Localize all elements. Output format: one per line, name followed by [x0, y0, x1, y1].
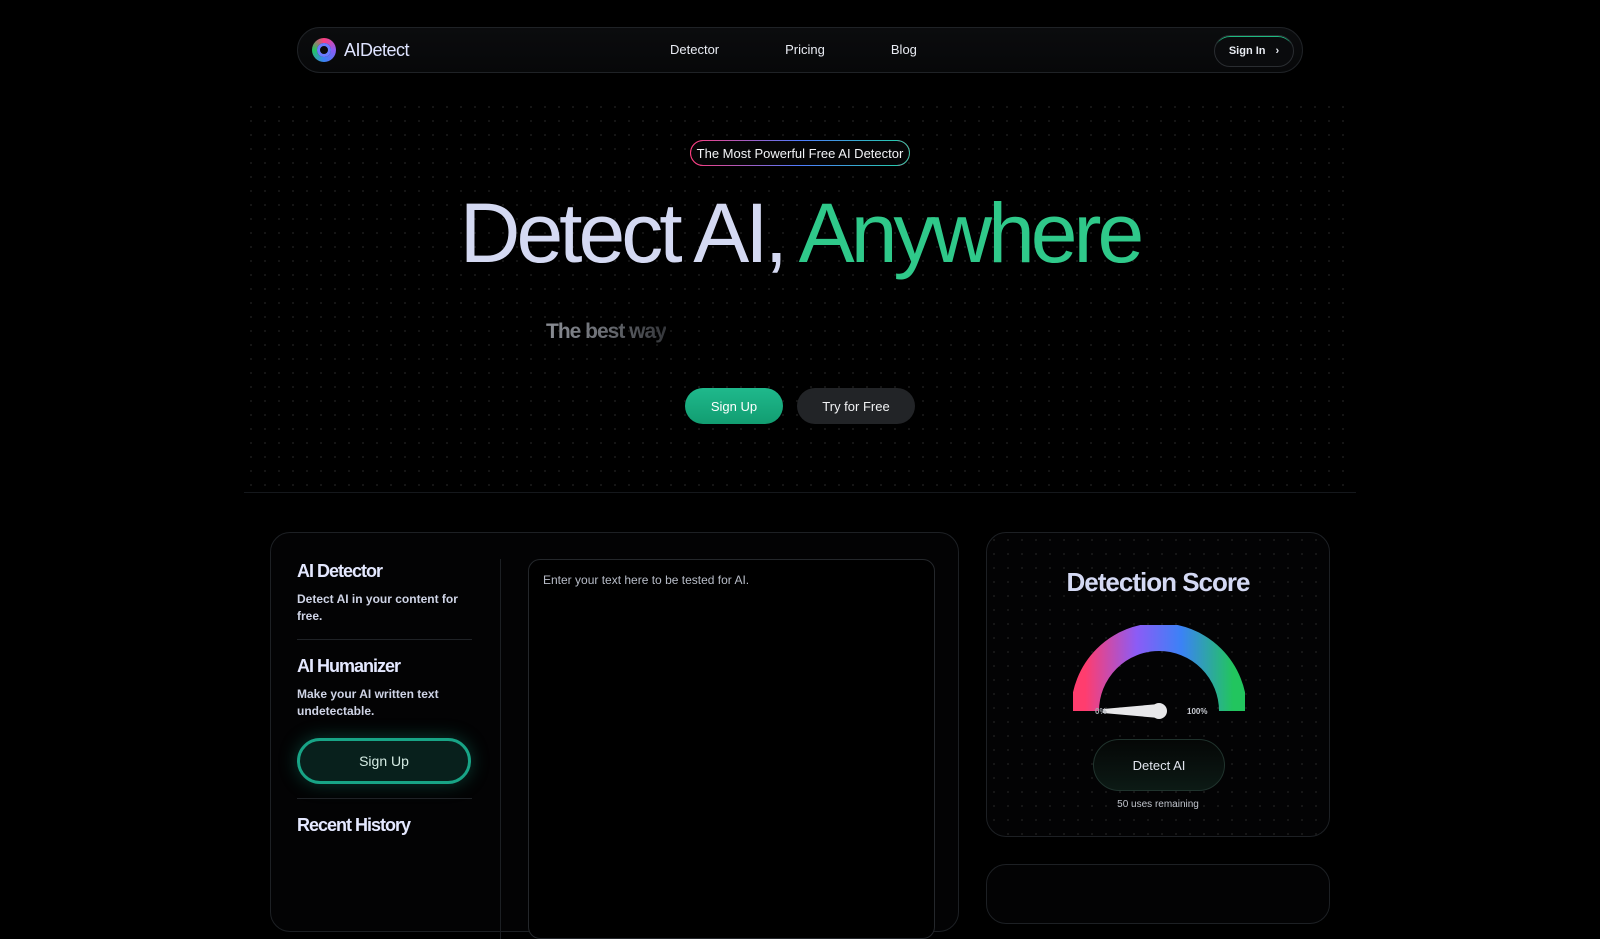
ai-humanizer-desc: Make your AI written text undetectable.: [297, 687, 439, 718]
hero-sign-up-button[interactable]: Sign Up: [685, 388, 783, 424]
headline-part-1: Detect AI,: [459, 186, 788, 280]
logo-icon: [312, 38, 336, 62]
hero-badge: The Most Powerful Free AI Detector: [690, 140, 910, 166]
gauge-arc: [1073, 625, 1245, 712]
chevron-right-icon: ›: [1275, 45, 1280, 57]
text-input-box: [528, 559, 935, 939]
panel-separator: [500, 559, 501, 939]
recent-history-title: Recent History: [297, 815, 411, 835]
text-input[interactable]: [529, 560, 934, 938]
brand-logo[interactable]: AIDetect: [312, 38, 410, 62]
ai-humanizer-title[interactable]: AI Humanizer: [297, 656, 472, 677]
nav-links: Detector Pricing Blog: [670, 42, 917, 57]
sign-in-button[interactable]: Sign In ›: [1214, 35, 1294, 67]
sidebar-sign-up-button[interactable]: Sign Up: [297, 738, 471, 784]
ai-detector-title[interactable]: AI Detector: [297, 561, 472, 582]
nav-link-pricing[interactable]: Pricing: [785, 42, 825, 57]
navbar: AIDetect Detector Pricing Blog Sign In ›: [297, 27, 1303, 73]
try-for-free-button[interactable]: Try for Free: [797, 388, 915, 424]
nav-link-blog[interactable]: Blog: [891, 42, 917, 57]
nav-link-detector[interactable]: Detector: [670, 42, 719, 57]
gauge-needle: [1103, 704, 1159, 718]
sidebar-divider: [297, 798, 472, 799]
detection-score-card: Detection Score 0% 100% Detect AI 50 use…: [986, 532, 1330, 837]
uses-remaining: 50 uses remaining: [1117, 799, 1199, 810]
gauge-max-label: 100%: [1187, 707, 1208, 716]
hero-typing-text: The best way: [546, 320, 667, 343]
ai-detector-desc: Detect AI in your content for free.: [297, 592, 458, 623]
detect-ai-button[interactable]: Detect AI: [1093, 739, 1225, 791]
headline-part-2: Anywhere: [798, 186, 1145, 280]
brand-name: AIDetect: [344, 39, 410, 60]
hero-headline: Detect AI, Anywhere: [0, 188, 1600, 278]
detector-panel: AI Detector Detect AI in your content fo…: [270, 532, 959, 939]
detection-score-title: Detection Score: [1066, 567, 1251, 597]
panel-sidebar: AI Detector Detect AI in your content fo…: [297, 561, 472, 836]
sidebar-divider: [297, 639, 472, 640]
sign-in-label: Sign In: [1228, 45, 1266, 57]
gauge-min-label: 0%: [1095, 707, 1107, 716]
secondary-card: [986, 864, 1330, 924]
